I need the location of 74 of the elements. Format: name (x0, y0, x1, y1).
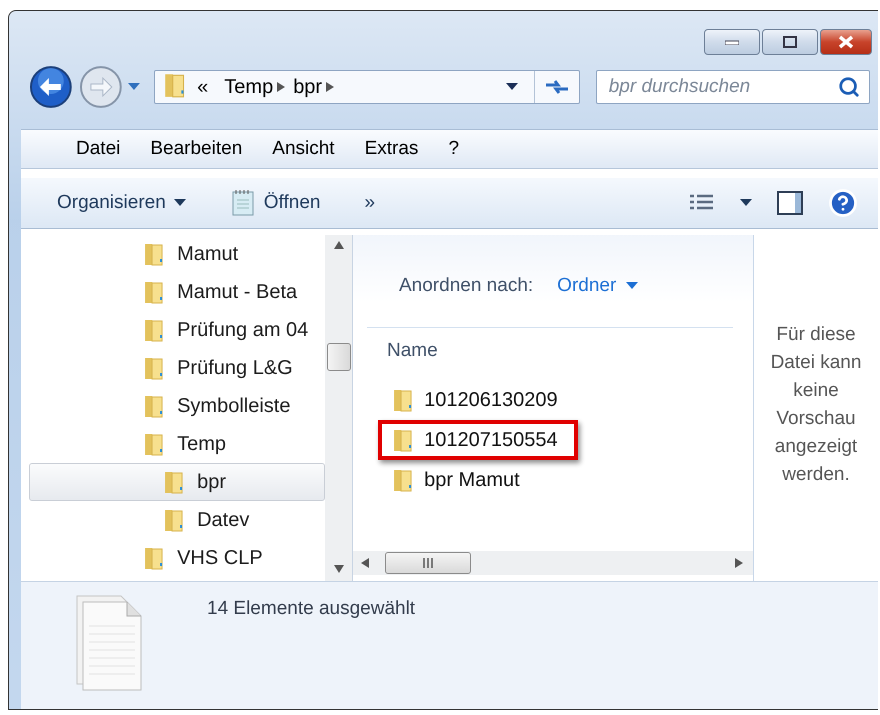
refresh-icon[interactable] (544, 77, 570, 97)
tree-item[interactable]: Mamut (29, 235, 325, 273)
arrange-label: Anordnen nach: (399, 275, 534, 297)
menu-item[interactable]: Extras (350, 138, 434, 160)
folder-icon (163, 507, 186, 533)
forward-button[interactable] (78, 65, 122, 109)
caret-icon (174, 199, 186, 207)
vertical-scrollbar[interactable] (325, 235, 353, 581)
tree-item[interactable]: Prüfung L&G (29, 349, 325, 387)
highlight-frame[interactable]: 101207150554 (378, 420, 578, 460)
arrange-dropdown[interactable]: Ordner (557, 275, 638, 297)
maximize-button[interactable] (762, 29, 818, 55)
minimize-button[interactable] (704, 29, 760, 55)
notepad-icon (230, 189, 256, 217)
folder-icon (143, 431, 166, 457)
scroll-left-icon[interactable] (361, 558, 371, 568)
tree-item[interactable]: bpr (29, 463, 325, 501)
open-button[interactable]: Öffnen (218, 189, 332, 217)
menu-item[interactable]: Ansicht (257, 138, 350, 160)
folder-icon (163, 469, 186, 495)
folder-icon (143, 545, 166, 571)
tree-item[interactable]: VHS CLP (29, 539, 325, 577)
scroll-thumb[interactable] (327, 343, 351, 371)
folder-icon (143, 317, 166, 343)
dropdown-icon (506, 83, 518, 91)
tree-item[interactable]: Symbolleiste (29, 387, 325, 425)
tree-item[interactable]: Mamut - Beta (29, 273, 325, 311)
menu-item[interactable]: ? (433, 138, 474, 160)
breadcrumb[interactable]: Temp (224, 76, 274, 98)
breadcrumb-arrow-icon[interactable] (326, 82, 336, 92)
organize-button[interactable]: Organisieren (45, 192, 198, 214)
search-icon[interactable] (838, 76, 860, 98)
overflow-crumb[interactable]: « (197, 76, 208, 98)
help-icon[interactable] (828, 188, 858, 218)
folder-name: 101207150554 (424, 428, 558, 452)
scroll-up-icon[interactable] (334, 241, 344, 251)
caret-icon (740, 199, 752, 207)
horizontal-scrollbar[interactable] (353, 551, 753, 575)
history-dropdown-icon (128, 83, 140, 91)
close-icon (838, 35, 854, 49)
folder-icon (392, 467, 414, 493)
file-item[interactable]: bpr Mamut (378, 460, 578, 500)
folder-name: bpr Mamut (424, 468, 520, 492)
folder-icon (143, 355, 166, 381)
tree-item[interactable]: Datev (29, 501, 325, 539)
preview-message: Für diese Datei kann keine Vorschau angezeigt werden. (770, 323, 862, 487)
address-bar[interactable]: « Temp bpr (154, 70, 580, 104)
breadcrumb[interactable]: bpr (293, 76, 322, 98)
column-header[interactable]: Name (387, 340, 438, 362)
folder-name: 101206130209 (424, 388, 558, 412)
folder-icon (143, 279, 166, 305)
folder-icon (143, 241, 166, 267)
folder-icon (392, 387, 414, 413)
back-button[interactable] (29, 65, 73, 109)
preview-pane-icon[interactable] (776, 190, 804, 216)
caret-icon (626, 282, 638, 290)
more-button[interactable]: » (352, 192, 388, 214)
menu-item[interactable]: Bearbeiten (135, 138, 258, 160)
folder-icon (143, 393, 166, 419)
scroll-down-icon[interactable] (334, 565, 344, 575)
scroll-thumb[interactable] (385, 552, 471, 574)
maximize-icon (783, 36, 797, 48)
search-field[interactable]: bpr durchsuchen (596, 70, 870, 104)
tree-item[interactable]: Prüfung am 04 (29, 311, 325, 349)
minimize-icon (725, 39, 739, 45)
grip-icon (422, 558, 434, 568)
folder-icon (392, 427, 414, 453)
scroll-right-icon[interactable] (735, 558, 745, 568)
tree-item[interactable]: Temp (29, 425, 325, 463)
menu-item[interactable]: Datei (61, 138, 136, 160)
breadcrumb-arrow-icon[interactable] (277, 82, 288, 92)
selection-count: 14 Elemente ausgewählt (207, 598, 416, 620)
close-button[interactable] (820, 29, 872, 55)
file-item[interactable]: 101206130209 (378, 380, 578, 420)
